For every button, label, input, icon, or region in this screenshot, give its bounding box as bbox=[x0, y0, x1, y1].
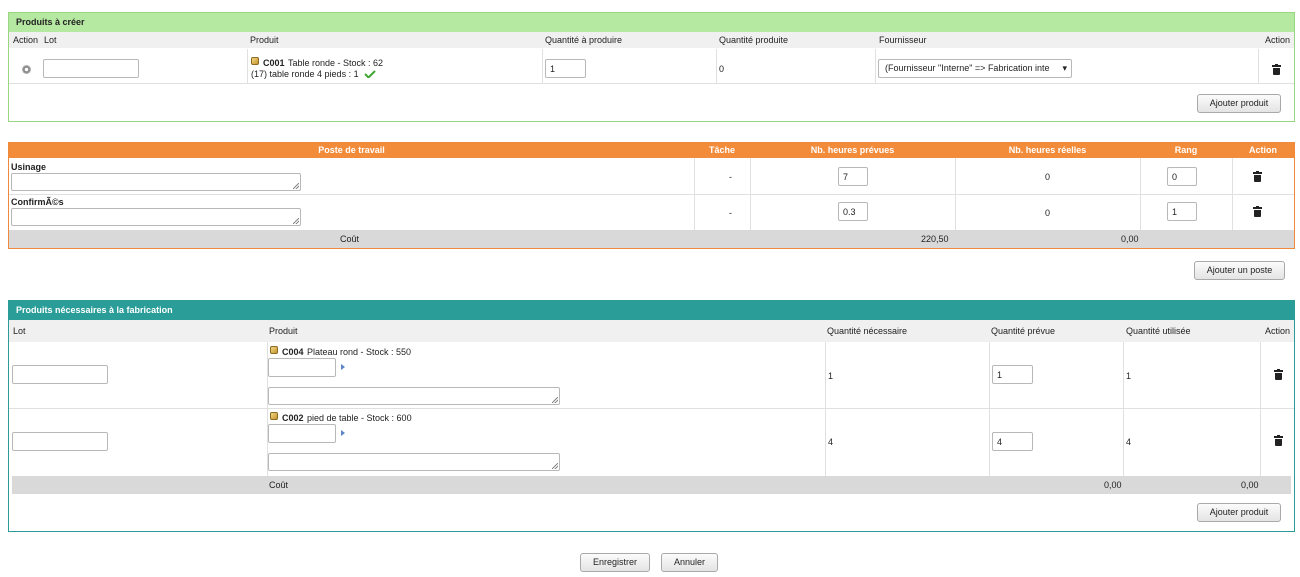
col-rank: Rang bbox=[1174, 145, 1198, 155]
planned-cost-total: 0,00 bbox=[1104, 480, 1122, 490]
rank-input[interactable] bbox=[1167, 202, 1197, 221]
needed-products-header: Lot Produit Quantité nécessaire Quantité… bbox=[9, 320, 1294, 342]
supplier-select[interactable]: (Fournisseur "Interne" => Fabrication in… bbox=[878, 59, 1072, 78]
qty-used-value: 1 bbox=[1126, 371, 1132, 381]
delete-icon[interactable] bbox=[1253, 171, 1262, 182]
needed-products-title: Produits nécessaires à la fabrication bbox=[9, 301, 1294, 320]
lot-input[interactable] bbox=[12, 432, 108, 451]
product-box-icon bbox=[251, 57, 259, 65]
col-qty-used: Quantité utilisée bbox=[1126, 326, 1191, 336]
needed-products-panel: Produits nécessaires à la fabrication Lo… bbox=[8, 300, 1295, 532]
cost-label: Coût bbox=[269, 480, 289, 490]
workstations-header: Poste de travail Tâche Nb. heures prévue… bbox=[9, 143, 1294, 158]
qty-planned-input[interactable] bbox=[992, 432, 1033, 451]
arrow-right-icon[interactable] bbox=[341, 364, 345, 370]
planned-hours-input[interactable] bbox=[838, 202, 868, 221]
add-product-button[interactable]: Ajouter produit bbox=[1197, 94, 1281, 113]
delete-icon[interactable] bbox=[1274, 369, 1283, 380]
lot-input[interactable] bbox=[43, 59, 139, 78]
product-search-input[interactable] bbox=[268, 358, 336, 377]
products-to-create-header: Action Lot Produit Quantité à produire Q… bbox=[9, 32, 1294, 48]
add-workstation-button[interactable]: Ajouter un poste bbox=[1194, 261, 1285, 280]
actual-hours-value: 0 bbox=[1045, 208, 1051, 218]
product-composition: (17) table ronde 4 pieds : 1 bbox=[251, 69, 359, 79]
product-note-textarea[interactable] bbox=[268, 453, 560, 471]
gear-icon[interactable] bbox=[22, 65, 31, 74]
actual-hours-value: 0 bbox=[1045, 172, 1051, 182]
qty-planned-input[interactable] bbox=[992, 365, 1033, 384]
supplier-selected-value: (Fournisseur "Interne" => Fabrication in… bbox=[885, 63, 1050, 73]
col-action: Action bbox=[1249, 145, 1277, 155]
col-action-right: Action bbox=[1264, 35, 1290, 45]
actual-cost-total: 0,00 bbox=[1121, 234, 1139, 244]
workstations-cost-row: Coût 220,50 0,00 bbox=[9, 230, 1294, 248]
col-actual-hours: Nb. heures réelles bbox=[1008, 145, 1087, 155]
products-to-create-title: Produits à créer bbox=[9, 13, 1294, 32]
col-lot: Lot bbox=[44, 35, 57, 45]
qty-used-value: 4 bbox=[1126, 437, 1132, 447]
col-produit: Produit bbox=[269, 326, 298, 336]
product-box-icon bbox=[270, 346, 278, 354]
qty-to-produce-input[interactable] bbox=[545, 59, 586, 78]
planned-hours-input[interactable] bbox=[838, 167, 868, 186]
workstation-name: ConfirmÃ©s bbox=[11, 197, 64, 207]
col-produit: Produit bbox=[250, 35, 279, 45]
col-action-left: Action bbox=[13, 35, 39, 45]
used-cost-total: 0,00 bbox=[1241, 480, 1259, 490]
col-lot: Lot bbox=[13, 326, 26, 336]
workstation-note-textarea[interactable] bbox=[11, 173, 301, 191]
product-ref[interactable]: C004 bbox=[282, 347, 304, 357]
planned-cost-total: 220,50 bbox=[921, 234, 949, 244]
delete-icon[interactable] bbox=[1274, 435, 1283, 446]
arrow-right-icon[interactable] bbox=[341, 430, 345, 436]
col-planned-hours: Nb. heures prévues bbox=[810, 145, 895, 155]
product-box-icon bbox=[270, 412, 278, 420]
qty-produced-value: 0 bbox=[719, 64, 725, 74]
product-ref[interactable]: C002 bbox=[282, 413, 304, 423]
col-qty-planned: Quantité prévue bbox=[991, 326, 1056, 336]
delete-icon[interactable] bbox=[1272, 64, 1281, 75]
rank-input[interactable] bbox=[1167, 167, 1197, 186]
col-workstation: Poste de travail bbox=[318, 145, 385, 155]
delete-icon[interactable] bbox=[1253, 206, 1262, 217]
col-action: Action bbox=[1264, 326, 1290, 336]
col-qty-to-produce: Quantité à produire bbox=[545, 35, 623, 45]
col-qty-needed: Quantité nécessaire bbox=[827, 326, 908, 336]
task-value: - bbox=[729, 208, 732, 218]
col-task: Tâche bbox=[708, 145, 735, 155]
add-needed-product-button[interactable]: Ajouter produit bbox=[1197, 503, 1281, 522]
workstation-name: Usinage bbox=[11, 162, 47, 172]
cancel-button[interactable]: Annuler bbox=[661, 553, 718, 572]
col-qty-produced: Quantité produite bbox=[719, 35, 789, 45]
needed-cost-row: Coût 0,00 0,00 bbox=[12, 476, 1291, 494]
workstations-panel: Poste de travail Tâche Nb. heures prévue… bbox=[8, 142, 1295, 249]
product-desc: pied de table - Stock : 600 bbox=[307, 413, 412, 423]
product-desc: Table ronde - Stock : 62 bbox=[288, 58, 384, 68]
lot-input[interactable] bbox=[12, 365, 108, 384]
product-ref[interactable]: C001 bbox=[263, 58, 285, 68]
cost-label: Coût bbox=[340, 234, 360, 244]
product-note-textarea[interactable] bbox=[268, 387, 560, 405]
check-icon bbox=[364, 70, 376, 78]
col-supplier: Fournisseur bbox=[879, 35, 927, 45]
qty-needed-value: 1 bbox=[828, 371, 834, 381]
products-to-create-panel: Produits à créer Action Lot Produit Quan… bbox=[8, 12, 1295, 122]
chevron-down-icon: ▾ bbox=[1060, 60, 1067, 77]
qty-needed-value: 4 bbox=[828, 437, 834, 447]
workstation-note-textarea[interactable] bbox=[11, 208, 301, 226]
save-button[interactable]: Enregistrer bbox=[580, 553, 650, 572]
product-search-input[interactable] bbox=[268, 424, 336, 443]
product-desc: Plateau rond - Stock : 550 bbox=[307, 347, 412, 357]
task-value: - bbox=[729, 172, 732, 182]
